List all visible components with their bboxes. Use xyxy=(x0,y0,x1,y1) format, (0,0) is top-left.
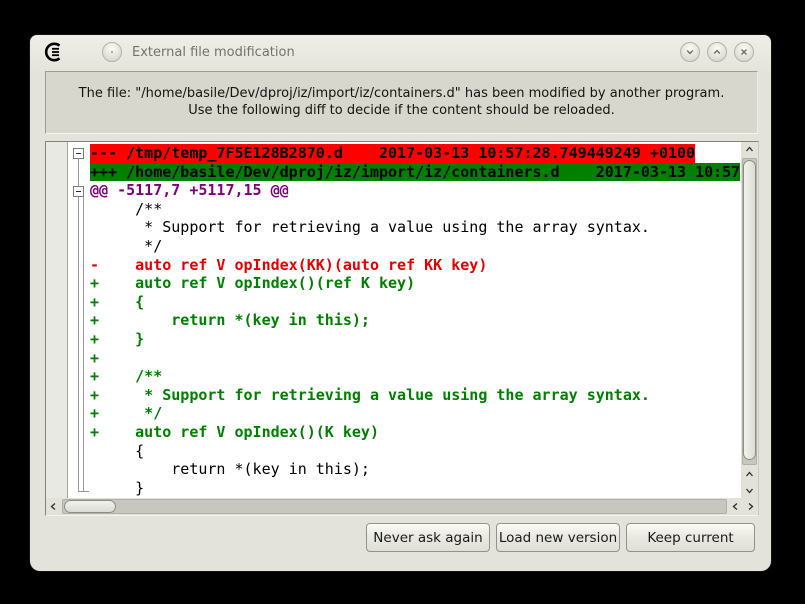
fold-margin xyxy=(68,142,90,498)
horizontal-scroll-track[interactable] xyxy=(62,499,727,514)
close-icon xyxy=(739,47,749,57)
close-button[interactable] xyxy=(734,42,754,62)
diff-line-del: - auto ref V opIndex(KK)(auto ref KK key… xyxy=(90,256,741,275)
diff-line-context: * Support for retrieving a value using t… xyxy=(90,218,741,237)
chevron-right-icon xyxy=(746,502,755,511)
editor-gutter xyxy=(46,142,68,498)
keep-current-button[interactable]: Keep current xyxy=(626,523,755,552)
load-new-version-button[interactable]: Load new version xyxy=(496,523,620,552)
maximize-button[interactable] xyxy=(707,42,727,62)
diff-line-add: + { xyxy=(90,293,741,312)
diff-line-context: */ xyxy=(90,237,741,256)
external-file-modification-dialog: External file modification The file: "/h… xyxy=(30,35,771,571)
diff-line-file-del: --- /tmp/temp_7F5E128B2870.d 2017-03-13 … xyxy=(90,144,741,163)
chevron-down-icon xyxy=(685,47,695,57)
chevron-up-icon xyxy=(712,47,722,57)
menu-dot-icon xyxy=(111,51,113,53)
diff-line-hunk: @@ -5117,7 +5117,15 @@ xyxy=(90,181,741,200)
scroll-up-button[interactable] xyxy=(741,466,758,482)
scroll-left-button[interactable] xyxy=(46,498,61,515)
vertical-scroll-track[interactable] xyxy=(742,158,757,465)
vertical-scrollbar[interactable] xyxy=(741,142,758,498)
diff-line-add: + xyxy=(90,349,741,368)
never-ask-again-button[interactable]: Never ask again xyxy=(366,523,490,552)
diff-line-add: + * Support for retrieving a value using… xyxy=(90,386,741,405)
diff-line-add: + auto ref V opIndex()(ref K key) xyxy=(90,274,741,293)
scroll-up-button[interactable] xyxy=(741,142,758,157)
diff-text-area[interactable]: --- /tmp/temp_7F5E128B2870.d 2017-03-13 … xyxy=(46,142,741,498)
diff-lines: --- /tmp/temp_7F5E128B2870.d 2017-03-13 … xyxy=(90,142,741,498)
message-line-2: Use the following diff to decide if the … xyxy=(188,103,615,120)
diff-viewer: --- /tmp/temp_7F5E128B2870.d 2017-03-13 … xyxy=(45,141,759,516)
chevron-up-icon xyxy=(745,470,754,479)
minimize-button[interactable] xyxy=(680,42,700,62)
fold-scope-line xyxy=(78,159,79,491)
scroll-right-button[interactable] xyxy=(743,498,758,515)
message-line-1: The file: "/home/basile/Dev/dproj/iz/imp… xyxy=(79,86,725,103)
scroll-down-button[interactable] xyxy=(741,482,758,498)
diff-line-file-add: +++ /home/basile/Dev/dproj/iz/import/iz/… xyxy=(90,163,741,182)
horizontal-scroll-thumb[interactable] xyxy=(64,500,116,513)
fold-collapse-icon[interactable] xyxy=(73,186,84,197)
diff-line-context: { xyxy=(90,442,741,461)
diff-line-add: + */ xyxy=(90,404,741,423)
fold-collapse-icon[interactable] xyxy=(73,148,84,159)
chevron-left-icon xyxy=(731,502,740,511)
window-title: External file modification xyxy=(132,45,680,60)
window-menu-button[interactable] xyxy=(102,42,122,62)
vertical-stepper-pair xyxy=(741,466,758,498)
scroll-left-button[interactable] xyxy=(728,498,743,515)
coedit-logo-icon xyxy=(44,42,64,62)
diff-line-add: + auto ref V opIndex()(K key) xyxy=(90,423,741,442)
diff-line-context: /** xyxy=(90,200,741,219)
diff-line-add: + /** xyxy=(90,367,741,386)
diff-line-context: } xyxy=(90,479,741,498)
diff-line-context: return *(key in this); xyxy=(90,460,741,479)
fold-scope-line xyxy=(83,197,84,491)
horizontal-stepper-pair xyxy=(728,498,758,515)
diff-line-add: + return *(key in this); xyxy=(90,311,741,330)
chevron-left-icon xyxy=(49,502,58,511)
window-controls xyxy=(680,42,754,62)
dialog-button-row: Never ask again Load new version Keep cu… xyxy=(366,523,755,552)
fold-scope-end xyxy=(83,491,89,492)
horizontal-scrollbar[interactable] xyxy=(46,498,758,515)
vertical-scroll-thumb[interactable] xyxy=(743,160,756,460)
title-bar[interactable]: External file modification xyxy=(30,35,771,69)
diff-line-add: + } xyxy=(90,330,741,349)
message-panel: The file: "/home/basile/Dev/dproj/iz/imp… xyxy=(45,71,758,134)
chevron-up-icon xyxy=(745,145,754,154)
chevron-down-icon xyxy=(745,486,754,495)
